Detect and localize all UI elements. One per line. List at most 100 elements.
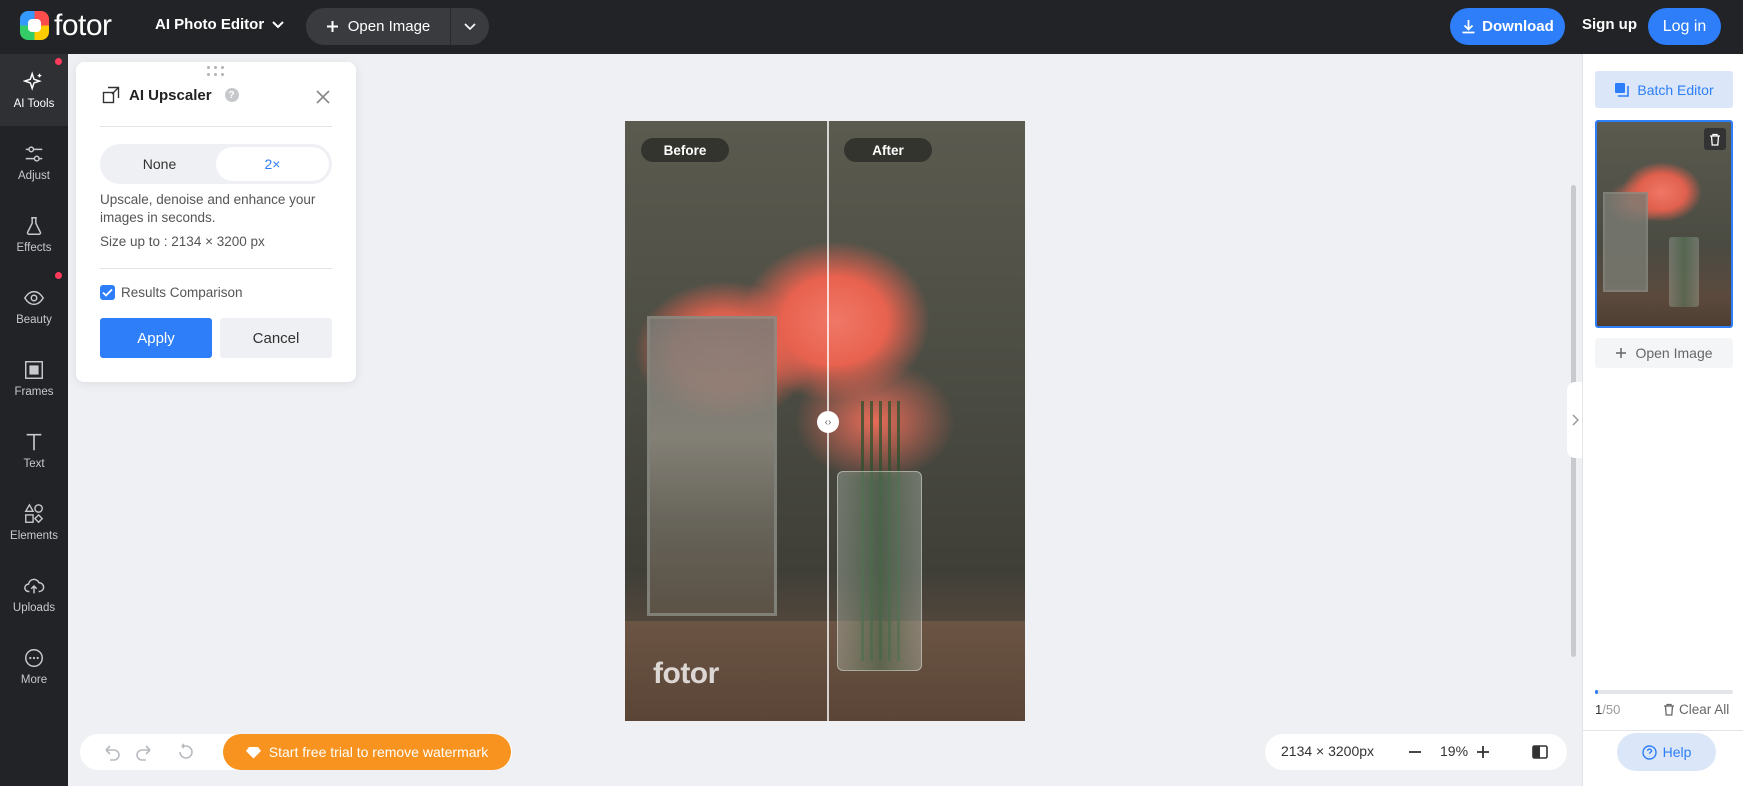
panel-title-text: AI Upscaler [129,86,212,104]
scale-option-2x[interactable]: 2× [216,147,329,181]
text-icon [26,433,42,450]
question-icon[interactable]: ? [224,88,239,102]
batch-editor-button[interactable]: Batch Editor [1595,71,1733,108]
download-button[interactable]: Download [1450,8,1565,45]
open-image-button[interactable]: Open Image [306,8,451,45]
sidebar-item-uploads[interactable]: Uploads [0,558,68,630]
ai-photo-editor-menu[interactable]: AI Photo Editor [155,16,284,33]
trash-icon [1664,703,1674,716]
panel-title: AI Upscaler ? [102,86,239,104]
ai-upscaler-panel: AI Upscaler ? None 2× Upscale, denoise a… [76,62,356,382]
thumbnail-vase [1669,237,1699,307]
image-count: 1/50 [1595,702,1620,717]
sliders-icon [25,145,43,162]
glass-vase [837,471,922,671]
sidebar-item-elements[interactable]: Elements [0,486,68,558]
add-image-label: Open Image [1635,345,1713,361]
fotor-logo[interactable]: fotor [20,9,112,42]
left-sidebar: AI Tools Adjust Effects Beauty Frames Te… [0,54,68,786]
upscaler-description: Upscale, denoise and enhance your images… [100,192,316,225]
plus-icon [326,21,338,32]
sidebar-item-text[interactable]: Text [0,414,68,486]
progress-fill [1595,690,1598,694]
results-comparison-label: Results Comparison [121,285,243,300]
top-bar: fotor AI Photo Editor Open Image Downloa… [0,0,1743,54]
right-panel: Batch Editor Open Image 1/50 Clear All H… [1582,54,1743,786]
add-image-button[interactable]: Open Image [1595,338,1733,368]
image-dimensions: 2134 × 3200px [1281,743,1375,759]
sidebar-item-label: Beauty [16,313,52,326]
divider [100,268,332,269]
collapse-right-panel-tab[interactable] [1567,382,1583,458]
compare-view-icon[interactable] [1531,743,1549,761]
help-label: Help [1662,744,1692,760]
drag-handle-icon[interactable] [207,66,225,78]
log-in-button[interactable]: Log in [1648,8,1721,45]
notification-dot [55,58,62,65]
image-count-progress [1595,690,1733,694]
shapes-icon [24,502,44,523]
apply-button[interactable]: Apply [100,318,212,358]
zoom-in-icon[interactable] [1473,742,1493,762]
chevron-down-icon [464,22,476,30]
help-icon [1641,744,1657,760]
sidebar-item-more[interactable]: More [0,630,68,702]
fotor-watermark: fotor [653,657,719,690]
results-comparison-checkbox[interactable] [100,285,115,300]
chevron-down-icon [272,20,284,28]
clear-all-button[interactable]: Clear All [1663,702,1729,717]
sidebar-item-beauty[interactable]: Beauty [0,270,68,342]
delete-thumbnail-icon[interactable] [1704,128,1726,150]
upload-cloud-icon [24,578,45,593]
undo-icon[interactable] [102,742,122,762]
zoom-level[interactable]: 19% [1440,743,1468,759]
max-size-text: Size up to : 2134 × 3200 px [100,234,265,249]
before-label: Before [641,138,729,162]
sidebar-item-label: Text [23,457,45,470]
ai-photo-editor-label: AI Photo Editor [155,16,265,33]
after-label: After [844,138,932,162]
sidebar-item-label: Uploads [12,601,56,614]
thumbnail-frame [1603,192,1648,292]
download-icon [1462,20,1475,34]
free-trial-promo-button[interactable]: Start free trial to remove watermark [223,734,511,770]
sidebar-item-label: Elements [10,529,58,542]
sidebar-item-label: Effects [16,241,52,254]
plus-icon [1616,348,1627,358]
divider [100,126,332,127]
sidebar-item-adjust[interactable]: Adjust [0,126,68,198]
clear-all-label: Clear All [1679,702,1730,717]
photo-frame-in-image [647,316,777,616]
cancel-button[interactable]: Cancel [220,318,332,358]
sidebar-item-effects[interactable]: Effects [0,198,68,270]
sidebar-item-label: More [20,673,48,686]
results-comparison-row[interactable]: Results Comparison [100,285,243,300]
batch-editor-label: Batch Editor [1637,81,1714,98]
flask-icon [26,216,42,235]
open-image-label: Open Image [347,18,431,35]
diamond-icon [245,746,261,758]
close-icon[interactable] [316,90,330,109]
reset-icon[interactable] [176,742,196,762]
sign-up-link[interactable]: Sign up [1582,16,1637,33]
redo-icon[interactable] [134,742,154,762]
divider [1583,730,1743,731]
image-count-total: /50 [1602,702,1621,717]
upscale-icon [102,86,120,104]
promo-label: Start free trial to remove watermark [268,744,489,760]
notification-dot [55,272,62,279]
sparkle-icon [23,70,42,91]
zoom-out-icon[interactable] [1405,742,1425,762]
open-image-dropdown[interactable] [451,8,489,45]
sidebar-item-frames[interactable]: Frames [0,342,68,414]
help-button[interactable]: Help [1617,733,1716,771]
frame-icon [25,360,43,379]
comparison-slider-handle[interactable]: ‹› [817,411,839,433]
zoom-toolbar: 2134 × 3200px 19% [1265,734,1567,770]
eye-icon [23,290,45,305]
image-canvas[interactable]: ‹› Before After fotor [625,121,1025,721]
chevron-right-icon [1571,414,1579,426]
logo-text: fotor [54,9,112,42]
image-thumbnail[interactable] [1595,120,1733,328]
scale-option-none[interactable]: None [103,147,216,181]
